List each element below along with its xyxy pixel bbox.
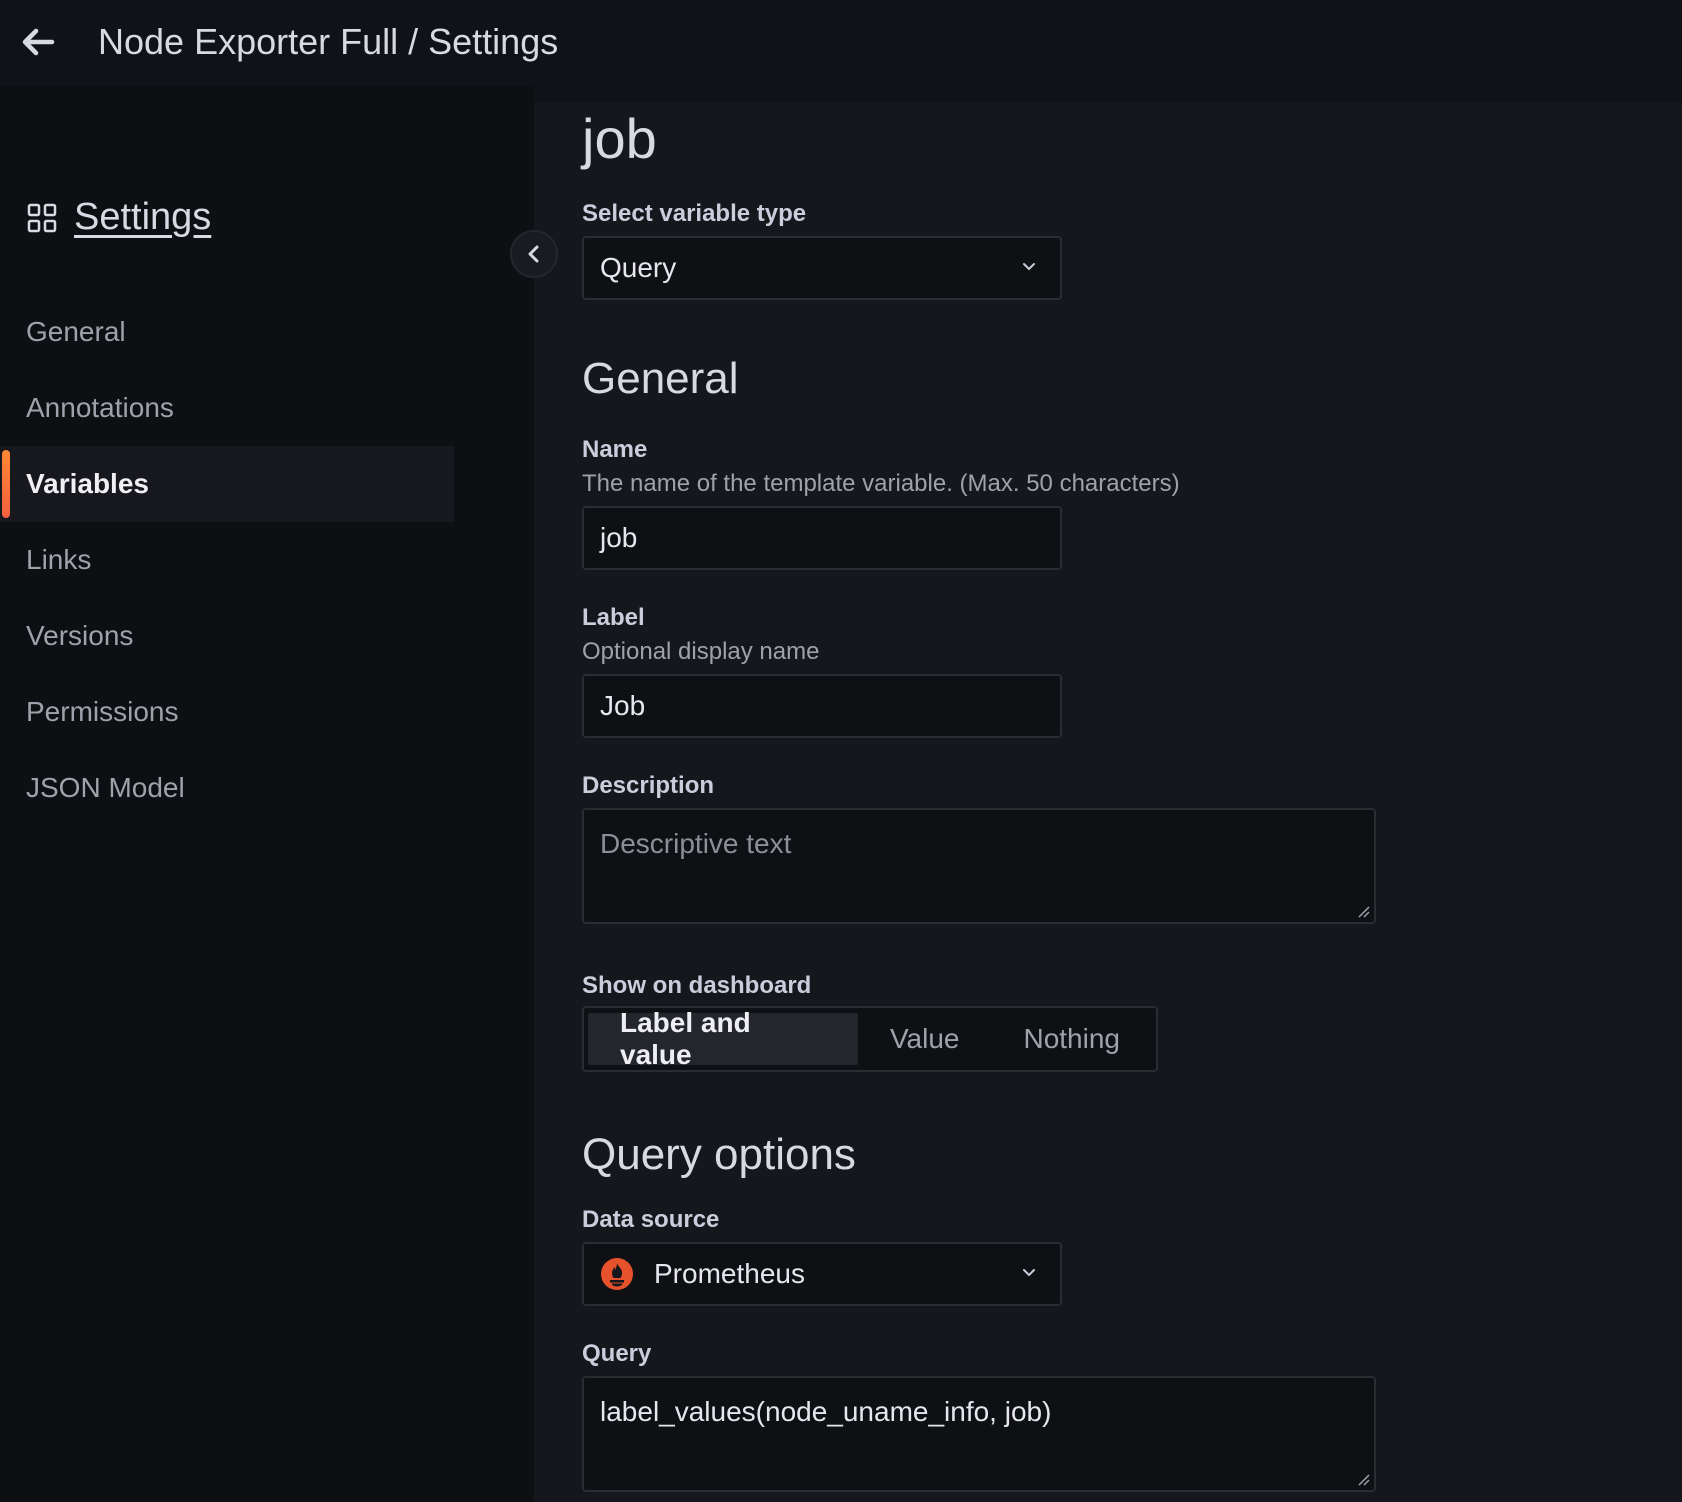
- breadcrumb: Node Exporter Full / Settings: [98, 21, 559, 62]
- resize-handle-icon[interactable]: [1356, 1472, 1370, 1486]
- description-placeholder: Descriptive text: [600, 828, 792, 859]
- settings-sidebar: Settings General Annotations Variables L…: [0, 86, 534, 1502]
- description-label: Description: [582, 772, 715, 799]
- variable-title: job: [582, 107, 657, 170]
- label-label: Label: [582, 604, 645, 631]
- arrow-left-icon: [22, 28, 55, 56]
- settings-title-link[interactable]: Settings: [74, 196, 211, 239]
- sidebar-item-permissions[interactable]: Permissions: [0, 674, 454, 750]
- label-input[interactable]: Job: [582, 674, 1062, 738]
- option-nothing[interactable]: Nothing: [991, 1013, 1152, 1065]
- settings-heading: Settings: [26, 196, 211, 239]
- variable-type-label: Select variable type: [582, 200, 807, 227]
- data-source-label: Data source: [582, 1206, 720, 1233]
- query-value: label_values(node_uname_info, job): [600, 1396, 1052, 1427]
- data-source-value: Prometheus: [654, 1258, 805, 1289]
- show-on-dashboard-radio-group: Label and value Value Nothing: [582, 1006, 1158, 1072]
- option-value[interactable]: Value: [858, 1013, 992, 1065]
- top-bar: Node Exporter Full / Settings: [0, 0, 1682, 86]
- option-label-and-value[interactable]: Label and value: [588, 1007, 858, 1070]
- query-options-title: Query options: [582, 1130, 856, 1179]
- data-source-picker[interactable]: Prometheus: [582, 1242, 1062, 1306]
- chevron-left-icon: [528, 245, 539, 263]
- collapse-sidebar-button[interactable]: [510, 230, 558, 278]
- variable-type-select[interactable]: Query: [582, 236, 1062, 300]
- chevron-down-icon: [1023, 263, 1035, 271]
- prometheus-icon: [601, 1258, 633, 1290]
- general-section-title: General: [582, 354, 739, 403]
- name-label: Name: [582, 436, 648, 463]
- sidebar-item-versions[interactable]: Versions: [0, 598, 454, 674]
- query-editor[interactable]: label_values(node_uname_info, job): [582, 1376, 1376, 1492]
- apps-grid-icon: [27, 203, 57, 232]
- label-description: Optional display name: [582, 638, 820, 665]
- sidebar-item-variables[interactable]: Variables: [0, 446, 454, 522]
- sidebar-item-annotations[interactable]: Annotations: [0, 370, 454, 446]
- name-input[interactable]: job: [582, 506, 1062, 570]
- name-description: The name of the template variable. (Max.…: [582, 470, 1180, 497]
- back-button[interactable]: [16, 20, 60, 64]
- sidebar-item-json-model[interactable]: JSON Model: [0, 750, 454, 826]
- query-label: Query: [582, 1340, 652, 1367]
- show-on-dashboard-label: Show on dashboard: [582, 972, 812, 999]
- sidebar-item-links[interactable]: Links: [0, 522, 454, 598]
- description-textarea[interactable]: Descriptive text: [582, 808, 1376, 924]
- sidebar-item-general[interactable]: General: [0, 294, 454, 370]
- variable-type-value: Query: [600, 252, 677, 283]
- chevron-down-icon: [1023, 1269, 1035, 1277]
- variable-editor: job Select variable type Query General N…: [534, 102, 1682, 1502]
- resize-handle-icon[interactable]: [1356, 904, 1370, 918]
